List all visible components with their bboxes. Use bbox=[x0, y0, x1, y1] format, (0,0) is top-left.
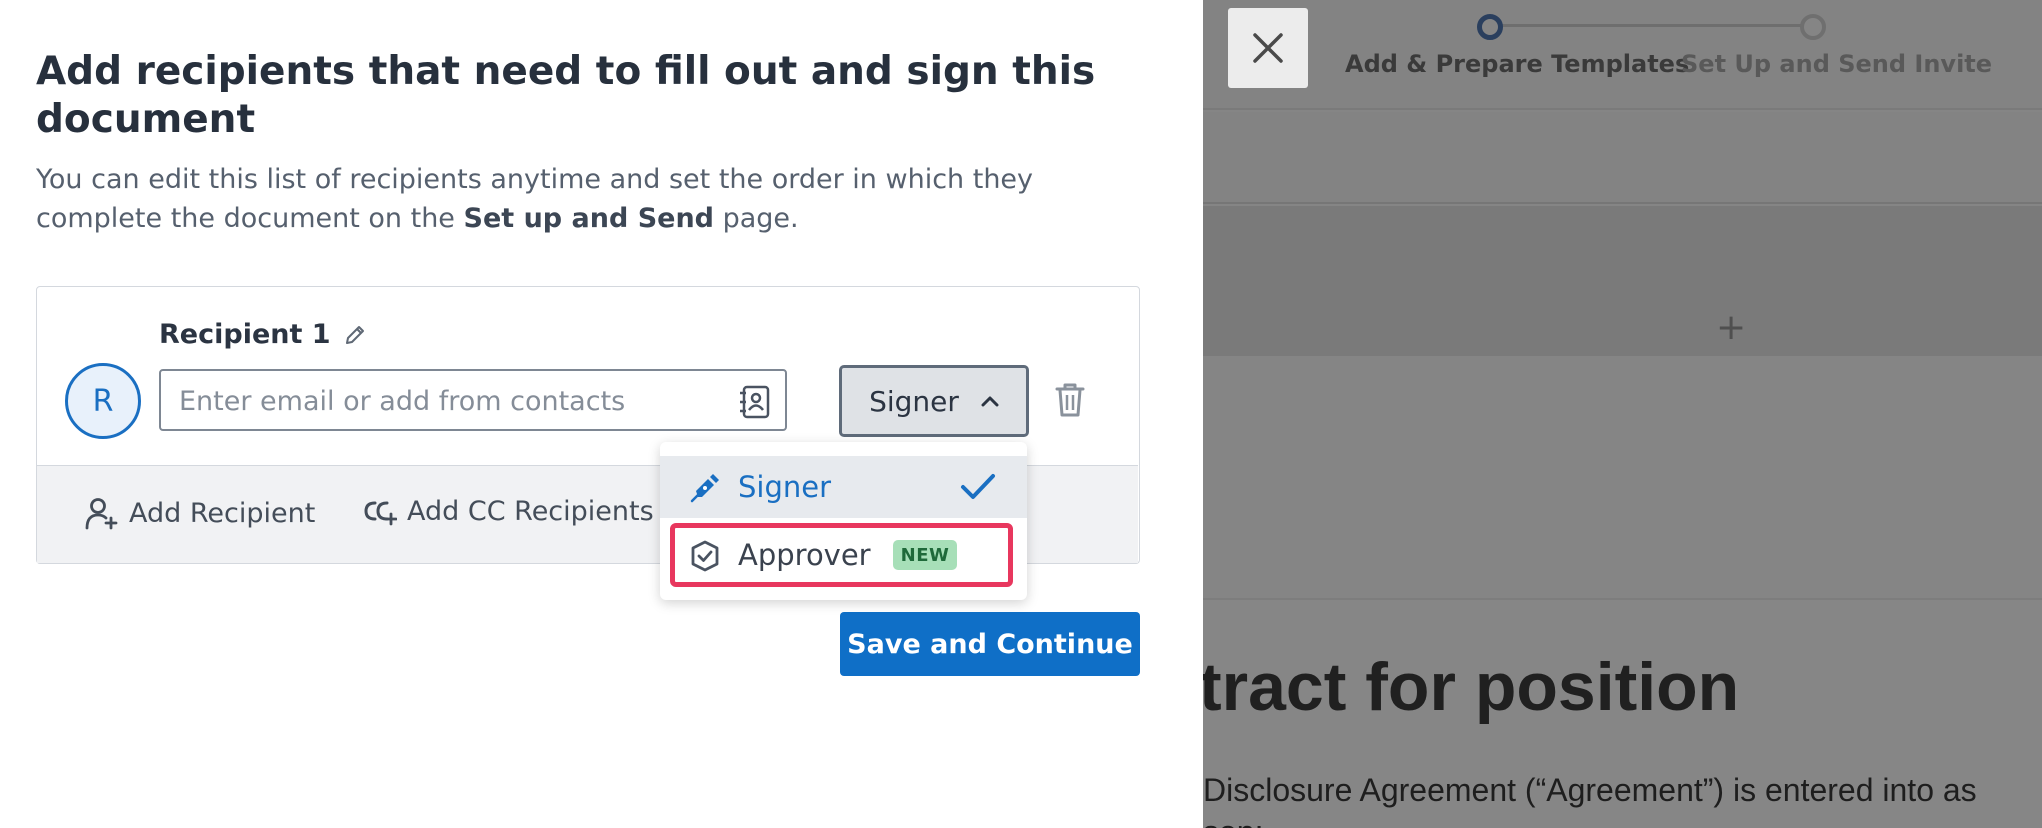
wizard-header: Add & Prepare Templates Set Up and Send … bbox=[1203, 0, 2042, 110]
email-input[interactable] bbox=[179, 383, 719, 419]
chevron-up-icon bbox=[981, 396, 999, 407]
add-recipient-button[interactable]: Add Recipient bbox=[85, 496, 315, 530]
email-field[interactable] bbox=[159, 369, 787, 431]
role-dropdown-menu: Signer Approver NEW bbox=[660, 442, 1027, 600]
new-badge: NEW bbox=[893, 540, 957, 570]
recipient-name: Recipient 1 bbox=[159, 319, 331, 350]
menu-item-approver[interactable]: Approver NEW bbox=[670, 523, 1013, 587]
close-button[interactable] bbox=[1228, 8, 1308, 88]
document-heading: tract for position bbox=[1203, 649, 1740, 725]
step-label-add-prepare[interactable]: Add & Prepare Templates bbox=[1345, 50, 1689, 78]
description-suffix: page. bbox=[714, 203, 799, 234]
description-link-text: Set up and Send bbox=[463, 203, 715, 234]
step-indicator-active bbox=[1477, 14, 1503, 40]
menu-item-signer-label: Signer bbox=[738, 470, 832, 504]
check-icon bbox=[961, 474, 995, 499]
document-body-text: Disclosure Agreement (“Agreement”) is en… bbox=[1203, 772, 1977, 808]
stepper-line bbox=[1490, 24, 1810, 27]
recipient-label: Recipient 1 bbox=[159, 319, 367, 350]
pen-icon bbox=[690, 474, 719, 503]
role-select[interactable]: Signer bbox=[839, 365, 1029, 437]
add-recipients-panel: Add recipients that need to fill out and… bbox=[0, 0, 1203, 828]
add-cc-icon bbox=[364, 501, 397, 525]
template-drop-area bbox=[1203, 206, 2042, 356]
step-label-setup-send[interactable]: Set Up and Send Invite bbox=[1681, 50, 1992, 78]
contacts-icon[interactable] bbox=[739, 385, 771, 419]
add-recipient-label: Add Recipient bbox=[129, 497, 316, 529]
page-title: Add recipients that need to fill out and… bbox=[36, 49, 1096, 142]
add-user-icon bbox=[85, 498, 118, 530]
document-backdrop: Add & Prepare Templates Set Up and Send … bbox=[1203, 0, 2042, 828]
avatar: R bbox=[65, 363, 141, 439]
pencil-icon[interactable] bbox=[343, 323, 367, 347]
add-cc-recipients-button[interactable]: Add CC Recipients bbox=[363, 496, 654, 527]
menu-item-approver-label: Approver bbox=[738, 538, 871, 572]
badge-check-icon bbox=[691, 540, 719, 572]
trash-icon[interactable] bbox=[1055, 382, 1085, 418]
menu-item-signer[interactable]: Signer bbox=[660, 456, 1027, 518]
panel-description: You can edit this list of recipients any… bbox=[36, 160, 1156, 238]
close-icon bbox=[1253, 33, 1283, 63]
add-cc-label: Add CC Recipients bbox=[407, 496, 654, 527]
toolbar-band bbox=[1203, 112, 2042, 204]
add-icon[interactable]: + bbox=[1716, 310, 1746, 346]
step-indicator-upcoming bbox=[1800, 14, 1826, 40]
document-body-text-2: son: bbox=[1203, 814, 1263, 828]
save-and-continue-button[interactable]: Save and Continue bbox=[840, 612, 1140, 676]
role-select-value: Signer bbox=[869, 384, 959, 418]
